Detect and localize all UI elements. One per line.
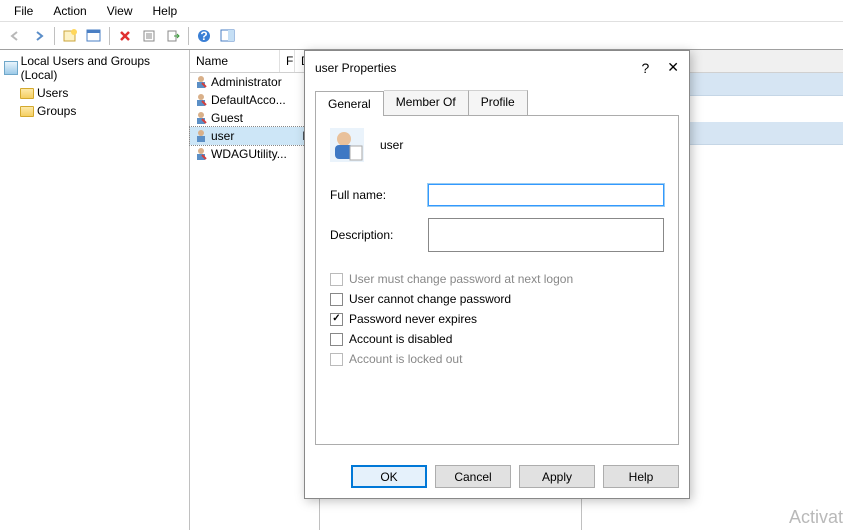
menu-bar: File Action View Help [0,0,843,22]
menu-action[interactable]: Action [43,2,96,20]
dialog-button-row: OK Cancel Apply Help [305,455,689,498]
tree-root[interactable]: Local Users and Groups (Local) [2,52,187,84]
user-icon [194,129,208,143]
folder-icon [20,106,34,117]
list-item[interactable]: user D [190,127,319,145]
full-name-label: Full name: [330,188,420,202]
list-panel: Name F D Administrator DefaultAcco... Gu… [190,50,320,530]
list-item-label: WDAGUtility... [211,147,287,161]
delete-button[interactable] [114,25,136,47]
check-label: Password never expires [349,312,477,326]
toolbar: ? [0,22,843,50]
activation-watermark: Activat [789,507,843,528]
check-never-expires[interactable]: Password never expires [330,312,664,326]
help-button[interactable]: Help [603,465,679,488]
forward-button[interactable] [28,25,50,47]
apply-button[interactable]: Apply [519,465,595,488]
list-item-label: Guest [211,111,243,125]
full-name-input[interactable] [428,184,664,206]
dialog-title: user Properties [315,61,396,75]
description-label: Description: [330,228,420,242]
tab-profile[interactable]: Profile [469,90,528,115]
close-icon[interactable]: ✕ [667,59,679,76]
list-item-label: Administrator [211,75,282,89]
export-button[interactable] [162,25,184,47]
user-icon [194,147,208,161]
user-icon [194,75,208,89]
checkbox-icon[interactable] [330,313,343,326]
check-label: User cannot change password [349,292,511,306]
user-name-label: user [380,138,403,152]
folder-icon [20,88,34,99]
menu-file[interactable]: File [4,2,43,20]
description-input[interactable] [428,218,664,252]
list-item-label: DefaultAcco... [211,93,286,107]
tree-item-label: Users [37,86,68,100]
back-button[interactable] [4,25,26,47]
help-icon[interactable]: ? [641,60,649,76]
properties-button[interactable] [138,25,160,47]
computer-icon [4,61,18,75]
tab-general[interactable]: General [315,91,384,116]
check-must-change: User must change password at next logon [330,272,664,286]
check-label: Account is locked out [349,352,462,366]
list-item[interactable]: DefaultAcco... [190,91,319,109]
check-label: User must change password at next logon [349,272,573,286]
svg-text:?: ? [200,29,207,43]
menu-help[interactable]: Help [143,2,188,20]
tab-member-of[interactable]: Member Of [384,90,469,115]
check-locked-out: Account is locked out [330,352,664,366]
column-2[interactable]: F [280,50,295,72]
dialog-body: General Member Of Profile user Full name… [305,84,689,455]
user-avatar-icon [330,128,364,162]
checkbox-icon [330,273,343,286]
check-cannot-change[interactable]: User cannot change password [330,292,664,306]
tree-panel: Local Users and Groups (Local) Users Gro… [0,50,190,530]
help-button[interactable]: ? [193,25,215,47]
list-item-label: user [211,129,234,143]
list-item[interactable]: WDAGUtility... [190,145,319,163]
tab-page-general: user Full name: Description: User must c… [315,116,679,445]
tree-item-groups[interactable]: Groups [2,102,187,120]
checkbox-icon[interactable] [330,293,343,306]
list-item[interactable]: Administrator [190,73,319,91]
list-header: Name F D [190,50,319,73]
checkbox-icon[interactable] [330,333,343,346]
new-item-button[interactable] [59,25,81,47]
cancel-button[interactable]: Cancel [435,465,511,488]
ok-button[interactable]: OK [351,465,427,488]
list-item[interactable]: Guest [190,109,319,127]
menu-view[interactable]: View [97,2,143,20]
dialog-titlebar[interactable]: user Properties ? ✕ [305,51,689,84]
checkbox-icon [330,353,343,366]
tab-strip: General Member Of Profile [315,90,679,116]
show-pane-button[interactable] [217,25,239,47]
properties-dialog: user Properties ? ✕ General Member Of Pr… [304,50,690,499]
user-icon [194,93,208,107]
tree-root-label: Local Users and Groups (Local) [21,54,185,82]
tree-item-label: Groups [37,104,76,118]
check-account-disabled[interactable]: Account is disabled [330,332,664,346]
column-name[interactable]: Name [190,50,280,72]
show-hide-button[interactable] [83,25,105,47]
check-label: Account is disabled [349,332,452,346]
user-icon [194,111,208,125]
tree-item-users[interactable]: Users [2,84,187,102]
